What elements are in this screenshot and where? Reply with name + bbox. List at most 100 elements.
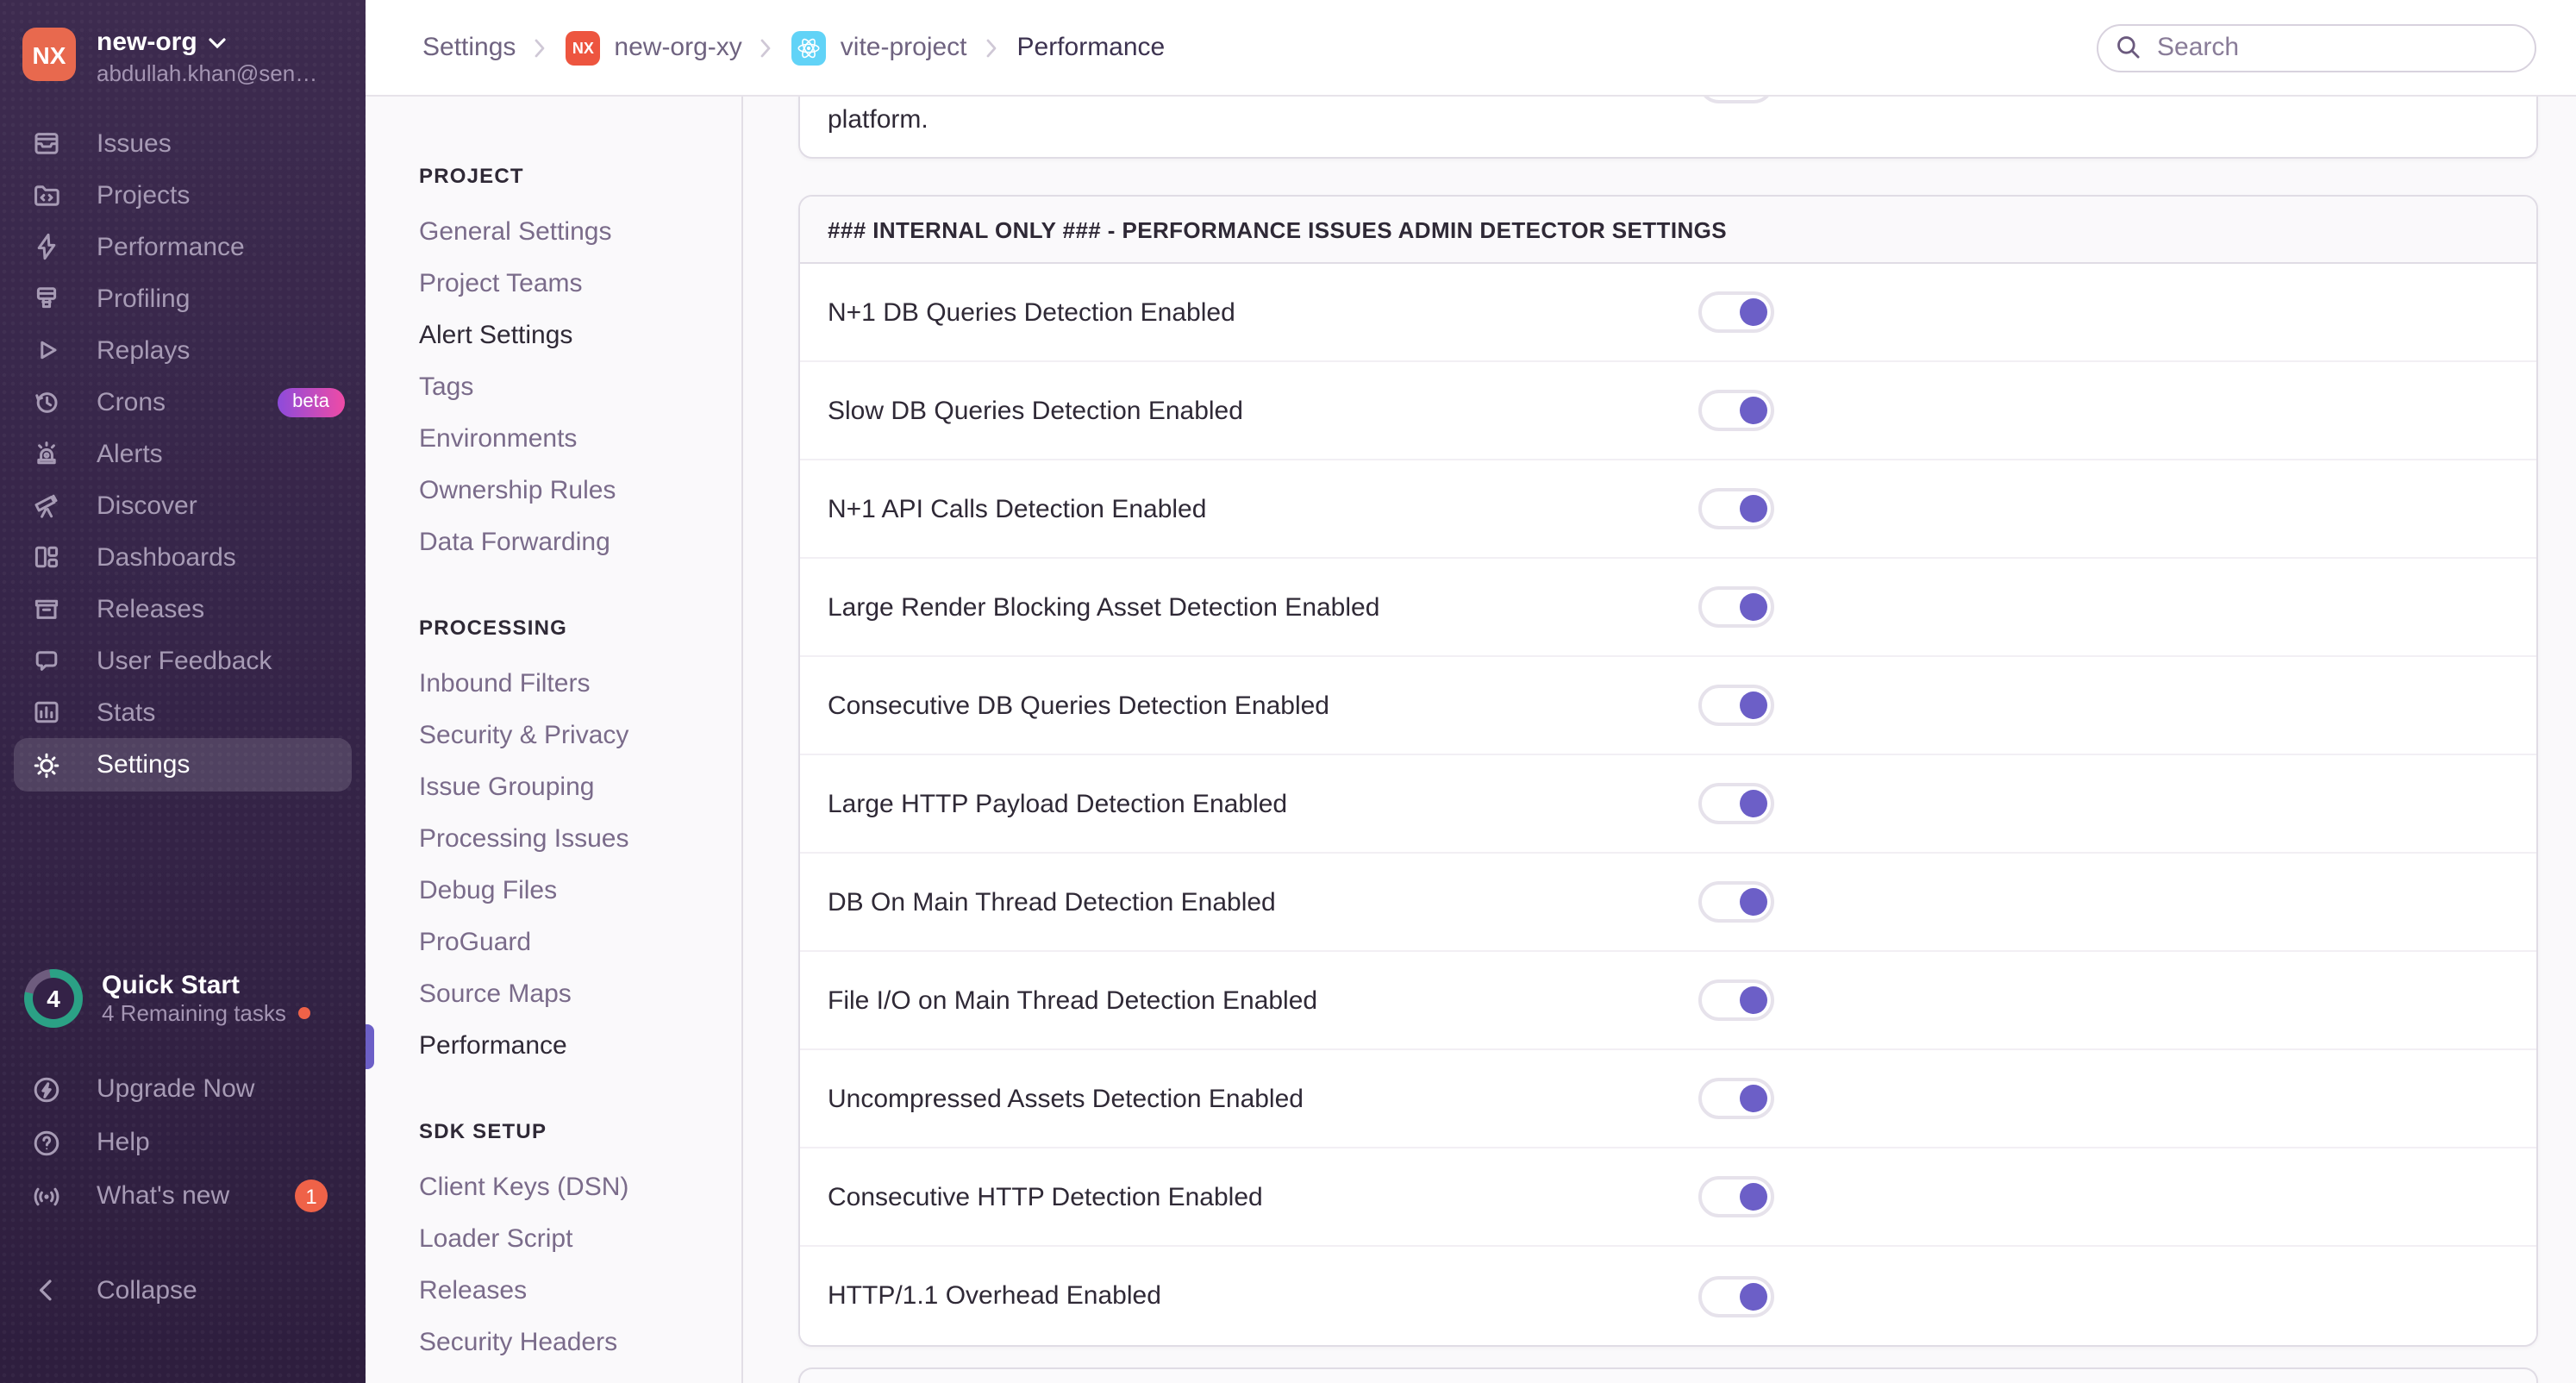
search-box[interactable] (2097, 23, 2536, 72)
sidebar-item-stats[interactable]: Stats (0, 686, 366, 738)
breadcrumb-item-vite-project[interactable]: vite-project (791, 30, 967, 65)
quick-start[interactable]: 4 Quick Start 4 Remaining tasks (24, 969, 366, 1028)
panel-body: N+1 DB Queries Detection Enabled Slow DB … (800, 264, 2536, 1345)
settings-nav-heading: PROJECT (419, 164, 524, 188)
settings-nav-item-processing-issues[interactable]: Processing Issues (419, 814, 741, 866)
sidebar-item-alerts[interactable]: Alerts (0, 428, 366, 479)
whats-new-icon (31, 1180, 62, 1211)
settings-nav-item-proguard[interactable]: ProGuard (419, 917, 741, 969)
chevron-left-icon (31, 1274, 62, 1305)
toggle-knob (1740, 1085, 1767, 1112)
settings-nav-heading: PROCESSING (419, 616, 568, 640)
sidebar-item-settings[interactable]: Settings (14, 738, 352, 792)
toggle-switch[interactable] (1698, 685, 1774, 726)
toggle-switch[interactable] (1698, 1078, 1774, 1119)
sidebar-item-performance[interactable]: Performance (0, 221, 366, 272)
settings-nav-item-security-headers[interactable]: Security Headers (419, 1317, 741, 1369)
settings-nav-section: SDK SETUP Client Keys (DSN) Loader Script R… (419, 1114, 741, 1383)
setting-label: File I/O on Main Thread Detection Enable… (828, 986, 1318, 1015)
sidebar-item-help[interactable]: Help (0, 1116, 366, 1169)
settings-nav-item-releases[interactable]: Releases (419, 1266, 741, 1317)
setting-row: Consecutive HTTP Detection Enabled (800, 1148, 2536, 1247)
org-name: new-org (97, 28, 197, 57)
settings-nav-item-data-forwarding[interactable]: Data Forwarding (419, 517, 741, 569)
settings-nav-item-loader-script[interactable]: Loader Script (419, 1214, 741, 1266)
toggle-switch[interactable] (1698, 783, 1774, 824)
sidebar-item-issues[interactable]: Issues (0, 117, 366, 169)
sidebar-item-discover[interactable]: Discover (0, 479, 366, 531)
settings-nav-item-alert-settings[interactable]: Alert Settings (419, 310, 741, 362)
setting-label: Consecutive DB Queries Detection Enabled (828, 691, 1329, 720)
crons-icon (31, 386, 62, 417)
sidebar-item-label: What's new (97, 1181, 230, 1211)
sidebar-item-profiling[interactable]: Profiling (0, 272, 366, 324)
settings-nav-section: PROJECT General Settings Project Teams Aler… (419, 159, 741, 569)
quick-start-alert-dot (297, 1007, 310, 1019)
toggle-switch[interactable] (1698, 586, 1774, 628)
setting-label: N+1 DB Queries Detection Enabled (828, 297, 1235, 327)
settings-nav-item-project-teams[interactable]: Project Teams (419, 259, 741, 310)
settings-nav-item-performance[interactable]: Performance (366, 1021, 741, 1073)
settings-nav-item-debug-files[interactable]: Debug Files (419, 866, 741, 917)
org-switcher[interactable]: NX new-org abdullah.khan@sen… (0, 0, 366, 103)
next-panel-stub (798, 1367, 2538, 1383)
search-input[interactable] (2154, 31, 2517, 64)
settings-nav-item-environments[interactable]: Environments (419, 414, 741, 466)
sidebar-item-label: Dashboards (97, 542, 236, 572)
sidebar-item-releases[interactable]: Releases (0, 583, 366, 635)
settings-nav-item-source-maps[interactable]: Source Maps (419, 969, 741, 1021)
breadcrumb-separator-icon (985, 37, 1000, 58)
sidebar-item-replays[interactable]: Replays (0, 324, 366, 376)
toggle-switch[interactable] (1698, 1176, 1774, 1217)
setting-row: Consecutive DB Queries Detection Enabled (800, 657, 2536, 755)
search-icon (2117, 36, 2140, 59)
sidebar-item-label: Replays (97, 335, 191, 365)
settings-nav-item-general-settings[interactable]: General Settings (419, 207, 741, 259)
settings-nav-item-inbound-filters[interactable]: Inbound Filters (419, 659, 741, 710)
toggle-switch[interactable] (1698, 1275, 1774, 1317)
sidebar-item-projects[interactable]: Projects (0, 169, 366, 221)
breadcrumb-item-settings[interactable]: Settings (422, 33, 516, 62)
settings-nav-item-security-privacy[interactable]: Security & Privacy (419, 710, 741, 762)
sidebar-item-crons[interactable]: Crons beta (0, 376, 366, 428)
toggle-switch[interactable] (1698, 390, 1774, 431)
collapse-button[interactable]: Collapse (0, 1264, 366, 1316)
setting-label: Large Render Blocking Asset Detection En… (828, 592, 1380, 622)
setting-row: Large Render Blocking Asset Detection En… (800, 559, 2536, 657)
chevron-down-icon (209, 37, 227, 48)
toggle-switch[interactable] (1698, 881, 1774, 923)
setting-row: N+1 DB Queries Detection Enabled (800, 264, 2536, 362)
setting-label: Large HTTP Payload Detection Enabled (828, 789, 1288, 818)
discover-icon (31, 490, 62, 521)
setting-row: Slow DB Queries Detection Enabled (800, 362, 2536, 460)
sidebar-item-what-s-new[interactable]: What's new 1 (0, 1169, 366, 1223)
upgrade-icon (31, 1073, 62, 1105)
sidebar-item-dashboards[interactable]: Dashboards (0, 531, 366, 583)
toggle-switch[interactable] (1698, 97, 1774, 103)
toggle-switch[interactable] (1698, 979, 1774, 1021)
replays-icon (31, 335, 62, 366)
settings-nav-heading: SDK SETUP (419, 1119, 547, 1143)
settings-nav-section: PROCESSING Inbound Filters Security & Priv… (366, 610, 741, 1073)
breadcrumb-item-performance: Performance (1017, 33, 1166, 62)
toggle-switch[interactable] (1698, 488, 1774, 529)
toggle-switch[interactable] (1698, 291, 1774, 333)
sidebar-item-upgrade-now[interactable]: Upgrade Now (0, 1062, 366, 1116)
quick-start-subtitle: 4 Remaining tasks (102, 999, 286, 1025)
sidebar-item-user-feedback[interactable]: User Feedback (0, 635, 366, 686)
react-project-icon (791, 30, 827, 65)
quick-start-count: 4 (47, 985, 60, 1012)
breadcrumb-item-new-org-xy[interactable]: NX new-org-xy (566, 30, 742, 65)
org-avatar-icon: NX (566, 30, 601, 65)
settings-nav-item-user-feedback[interactable]: User Feedback (419, 1369, 741, 1383)
sidebar-item-label: Profiling (97, 284, 191, 313)
setting-row: N+1 API Calls Detection Enabled (800, 460, 2536, 559)
quick-start-progress-ring: 4 (24, 969, 83, 1028)
settings-nav-item-client-keys-dsn-[interactable]: Client Keys (DSN) (419, 1162, 741, 1214)
settings-nav-item-tags[interactable]: Tags (419, 362, 741, 414)
sidebar: NX new-org abdullah.khan@sen… Issues Proj… (0, 0, 366, 1383)
quick-start-title: Quick Start (102, 970, 241, 999)
settings-nav-item-ownership-rules[interactable]: Ownership Rules (419, 466, 741, 517)
setting-row: DB On Main Thread Detection Enabled (800, 854, 2536, 952)
settings-nav-item-issue-grouping[interactable]: Issue Grouping (419, 762, 741, 814)
